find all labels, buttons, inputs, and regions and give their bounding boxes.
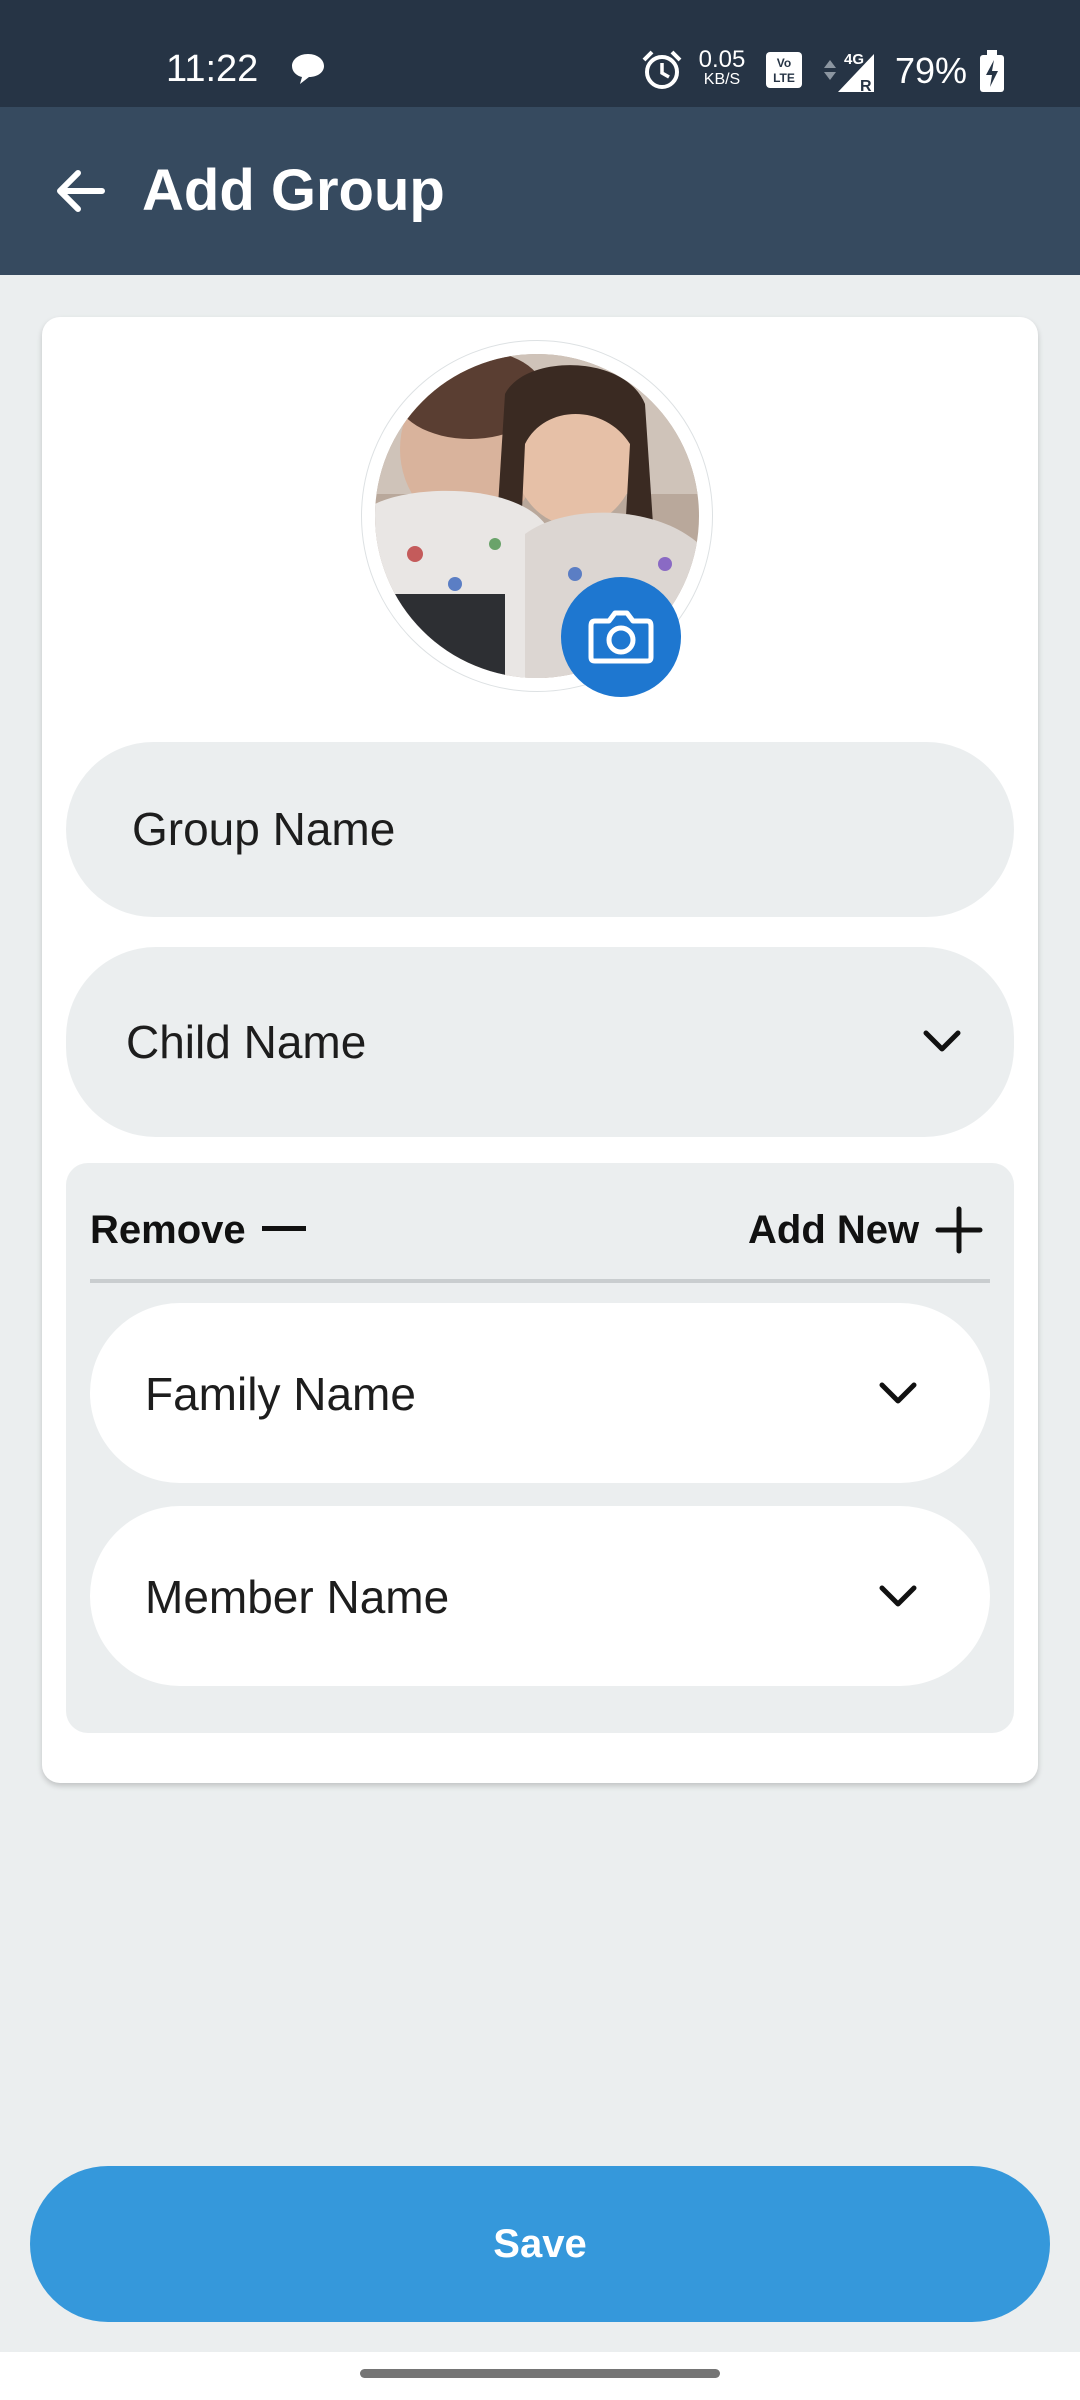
camera-icon bbox=[588, 610, 654, 664]
gesture-nav-handle[interactable] bbox=[360, 2369, 720, 2378]
battery-charging-icon bbox=[978, 50, 1006, 99]
signal-4g-icon: 4G R bbox=[816, 48, 876, 101]
change-photo-button[interactable] bbox=[561, 577, 681, 697]
divider bbox=[90, 1279, 990, 1283]
remove-member-button[interactable]: Remove bbox=[90, 1208, 246, 1253]
group-name-input[interactable]: Group Name bbox=[66, 742, 1014, 917]
chevron-down-icon bbox=[879, 1382, 917, 1404]
minus-icon[interactable] bbox=[262, 1226, 306, 1231]
family-name-placeholder: Family Name bbox=[145, 1368, 416, 1420]
members-section: Remove Add New Family Name Member Name bbox=[66, 1163, 1014, 1733]
member-name-dropdown[interactable]: Member Name bbox=[90, 1506, 990, 1686]
group-name-placeholder: Group Name bbox=[132, 803, 396, 855]
svg-text:Vo: Vo bbox=[777, 56, 791, 70]
network-speed-unit: KB/S bbox=[703, 71, 741, 88]
status-bar: 11:22 0.05 KB/S Vo LTE 4G R 79% bbox=[0, 0, 1080, 107]
chevron-down-icon bbox=[879, 1585, 917, 1607]
chat-notification-icon bbox=[290, 52, 326, 91]
save-button[interactable]: Save bbox=[30, 2166, 1050, 2322]
family-name-dropdown[interactable]: Family Name bbox=[90, 1303, 990, 1483]
add-new-member-button[interactable]: Add New bbox=[748, 1208, 919, 1253]
network-type-label: 4G bbox=[844, 51, 864, 68]
svg-text:R: R bbox=[860, 78, 872, 95]
status-time: 11:22 bbox=[166, 48, 259, 90]
plus-icon[interactable] bbox=[934, 1205, 984, 1255]
group-form-card: Group Name Child Name Remove Add New Fam… bbox=[42, 317, 1038, 1783]
child-name-dropdown[interactable]: Child Name bbox=[66, 947, 1014, 1137]
alarm-icon bbox=[640, 48, 684, 97]
back-arrow-icon[interactable] bbox=[52, 163, 108, 219]
child-name-placeholder: Child Name bbox=[126, 1016, 367, 1068]
network-speed-value: 0.05 bbox=[698, 46, 746, 73]
volte-icon: Vo LTE bbox=[764, 50, 804, 95]
app-bar: Add Group bbox=[0, 107, 1080, 275]
svg-text:LTE: LTE bbox=[773, 71, 795, 85]
network-speed: 0.05 KB/S bbox=[694, 48, 750, 88]
chevron-down-icon bbox=[923, 1030, 961, 1052]
member-name-placeholder: Member Name bbox=[145, 1571, 450, 1623]
page-title: Add Group bbox=[142, 158, 445, 223]
battery-percent: 79% bbox=[895, 50, 968, 91]
